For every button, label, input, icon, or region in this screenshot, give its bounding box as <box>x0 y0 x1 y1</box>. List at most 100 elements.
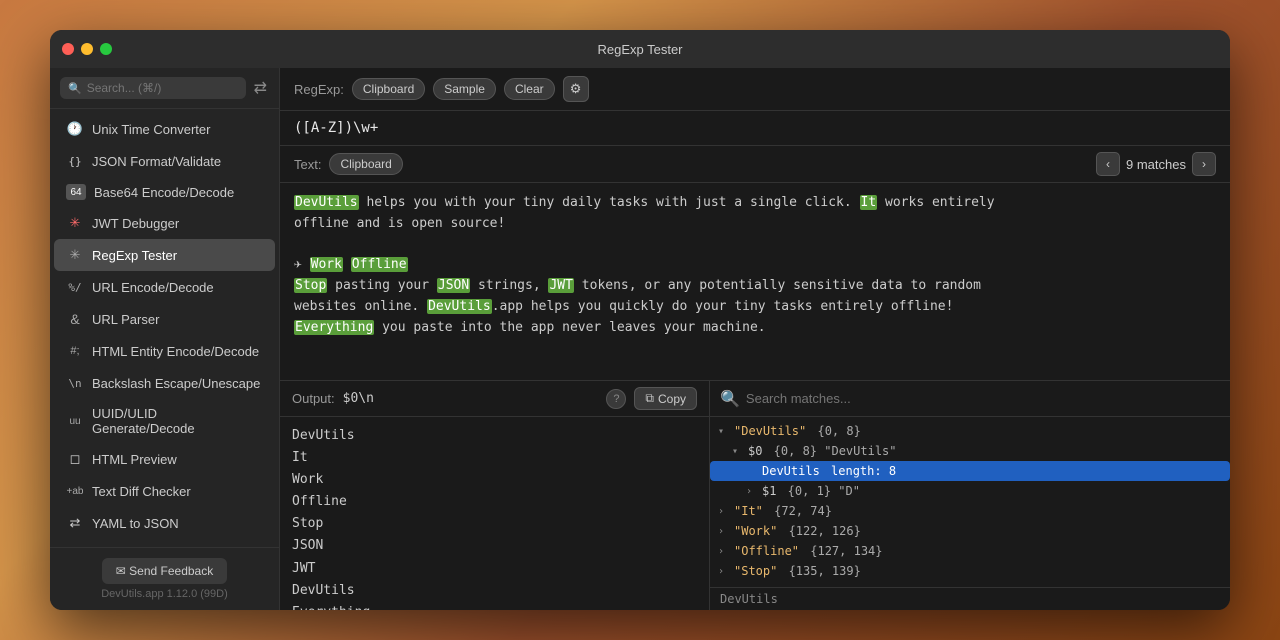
prev-match-button[interactable]: ‹ <box>1096 152 1120 176</box>
chevron-icon: › <box>718 526 730 537</box>
matches-panel: 🔍 ▾ "DevUtils" {0, 8} ▾ $0 <box>710 381 1230 610</box>
tree-item-it[interactable]: › "It" {72, 74} <box>710 501 1230 521</box>
yaml-json-icon: ⇄ <box>66 514 84 532</box>
sidebar-item-label: JWT Debugger <box>92 216 179 231</box>
tree-item-work[interactable]: › "Work" {122, 126} <box>710 521 1230 541</box>
regexp-bar: RegExp: Clipboard Sample Clear ⚙ <box>280 68 1230 111</box>
search-input[interactable] <box>87 81 238 95</box>
sidebar-item-label: UUID/ULID Generate/Decode <box>92 406 263 436</box>
output-line: JWT <box>292 558 697 580</box>
tree-item-devutils-group1[interactable]: › $1 {0, 1} "D" <box>710 481 1230 501</box>
chevron-icon: › <box>718 506 730 517</box>
tree-item-devutils[interactable]: ▾ "DevUtils" {0, 8} <box>710 421 1230 441</box>
clear-button[interactable]: Clear <box>504 78 555 100</box>
output-panel: Output: ? ⧉ Copy DevUtils It Work Offlin… <box>280 381 710 610</box>
output-format-input[interactable] <box>343 391 599 406</box>
match-devutils-1: DevUtils <box>294 195 359 210</box>
sidebar: 🔍 ⇄ 🕐 Unix Time Converter {} JSON Format… <box>50 68 280 610</box>
sidebar-item-label: Backslash Escape/Unescape <box>92 376 260 391</box>
search-matches-input[interactable] <box>746 391 1220 406</box>
minimize-button[interactable] <box>81 43 93 55</box>
maximize-button[interactable] <box>100 43 112 55</box>
sidebar-item-json-format[interactable]: {} JSON Format/Validate <box>54 145 275 177</box>
sidebar-item-label: JSON Format/Validate <box>92 154 221 169</box>
url-encode-icon: %/ <box>66 278 84 296</box>
sidebar-item-uuid[interactable]: uu UUID/ULID Generate/Decode <box>54 399 275 443</box>
output-line: Everything <box>292 602 697 610</box>
search-matches-icon: 🔍 <box>720 389 740 409</box>
help-button[interactable]: ? <box>606 389 626 409</box>
sidebar-item-label: RegExp Tester <box>92 248 177 263</box>
clipboard-button[interactable]: Clipboard <box>352 78 425 100</box>
main-window: RegExp Tester 🔍 ⇄ 🕐 Unix Time Converter <box>50 30 1230 610</box>
output-line: It <box>292 447 697 469</box>
copy-button[interactable]: ⧉ Copy <box>634 387 697 410</box>
matches-tree: ▾ "DevUtils" {0, 8} ▾ $0 {0, 8} "DevUtil… <box>710 417 1230 587</box>
base64-icon: 64 <box>66 184 86 200</box>
output-label: Output: <box>292 391 335 406</box>
text-line-5: Stop pasting your JSON strings, JWT toke… <box>294 276 1216 297</box>
match-offline: Offline <box>351 257 408 272</box>
tree-item-devutils-match[interactable]: DevUtils length: 8 <box>710 461 1230 481</box>
sidebar-item-html-entity[interactable]: #; HTML Entity Encode/Decode <box>54 335 275 367</box>
sidebar-item-unix-time[interactable]: 🕐 Unix Time Converter <box>54 113 275 145</box>
close-button[interactable] <box>62 43 74 55</box>
sidebar-item-base64[interactable]: 64 Base64 Encode/Decode <box>54 177 275 207</box>
output-line: Work <box>292 469 697 491</box>
match-devutils-2: DevUtils <box>427 299 492 314</box>
url-parser-icon: & <box>66 310 84 328</box>
backslash-icon: \n <box>66 374 84 392</box>
content-area: 🔍 ⇄ 🕐 Unix Time Converter {} JSON Format… <box>50 68 1230 610</box>
sidebar-item-url-parser[interactable]: & URL Parser <box>54 303 275 335</box>
sidebar-item-yaml-json[interactable]: ⇄ YAML to JSON <box>54 507 275 539</box>
chevron-icon: › <box>718 566 730 577</box>
output-line: JSON <box>292 535 697 557</box>
copy-icon: ⧉ <box>645 391 654 406</box>
output-line: DevUtils <box>292 580 697 602</box>
shuffle-icon[interactable]: ⇄ <box>252 76 269 100</box>
chevron-icon: ▾ <box>732 446 744 457</box>
json-icon: {} <box>66 152 84 170</box>
output-line: Stop <box>292 513 697 535</box>
text-clipboard-button[interactable]: Clipboard <box>329 153 402 175</box>
sidebar-item-label: Unix Time Converter <box>92 122 210 137</box>
match-work: Work <box>310 257 343 272</box>
output-content: DevUtils It Work Offline Stop JSON JWT D… <box>280 417 709 610</box>
text-line-4: ✈ Work Offline <box>294 255 1216 276</box>
next-match-button[interactable]: › <box>1192 152 1216 176</box>
matches-footer: DevUtils <box>710 587 1230 610</box>
sidebar-item-backslash[interactable]: \n Backslash Escape/Unescape <box>54 367 275 399</box>
sidebar-item-regexp[interactable]: ✳ RegExp Tester <box>54 239 275 271</box>
regexp-input-row <box>280 111 1230 146</box>
html-preview-icon: ◻ <box>66 450 84 468</box>
regexp-input[interactable] <box>294 120 1216 136</box>
tree-item-stop[interactable]: › "Stop" {135, 139} <box>710 561 1230 581</box>
match-stop: Stop <box>294 278 327 293</box>
sidebar-items-list: 🕐 Unix Time Converter {} JSON Format/Val… <box>50 109 279 547</box>
sidebar-item-label: Base64 Encode/Decode <box>94 185 234 200</box>
tree-item-devutils-group0[interactable]: ▾ $0 {0, 8} "DevUtils" <box>710 441 1230 461</box>
sidebar-item-html-preview[interactable]: ◻ HTML Preview <box>54 443 275 475</box>
text-content-area[interactable]: DevUtils helps you with your tiny daily … <box>280 183 1230 380</box>
text-line-6: websites online. DevUtils.app helps you … <box>294 297 1216 318</box>
matches-search-bar: 🔍 <box>710 381 1230 417</box>
sidebar-item-jwt[interactable]: ✳ JWT Debugger <box>54 207 275 239</box>
sidebar-footer: ✉ Send Feedback DevUtils.app 1.12.0 (99D… <box>50 547 279 610</box>
sidebar-item-text-diff[interactable]: +ab Text Diff Checker <box>54 475 275 507</box>
sidebar-item-url-encode[interactable]: %/ URL Encode/Decode <box>54 271 275 303</box>
tree-item-offline[interactable]: › "Offline" {127, 134} <box>710 541 1230 561</box>
send-feedback-button[interactable]: ✉ Send Feedback <box>102 558 227 584</box>
sidebar-item-label: Text Diff Checker <box>92 484 191 499</box>
sample-button[interactable]: Sample <box>433 78 496 100</box>
text-diff-icon: +ab <box>66 482 84 500</box>
search-wrapper[interactable]: 🔍 <box>60 77 246 99</box>
sidebar-item-json-yaml[interactable]: ⇄ JSON to YAML <box>54 539 275 547</box>
window-title: RegExp Tester <box>597 42 682 57</box>
settings-button[interactable]: ⚙ <box>563 76 589 102</box>
regexp-label: RegExp: <box>294 82 344 97</box>
sidebar-item-label: YAML to JSON <box>92 516 179 531</box>
titlebar: RegExp Tester <box>50 30 1230 68</box>
regexp-icon: ✳ <box>66 246 84 264</box>
matches-count: 9 matches <box>1126 157 1186 172</box>
match-jwt: JWT <box>548 278 573 293</box>
